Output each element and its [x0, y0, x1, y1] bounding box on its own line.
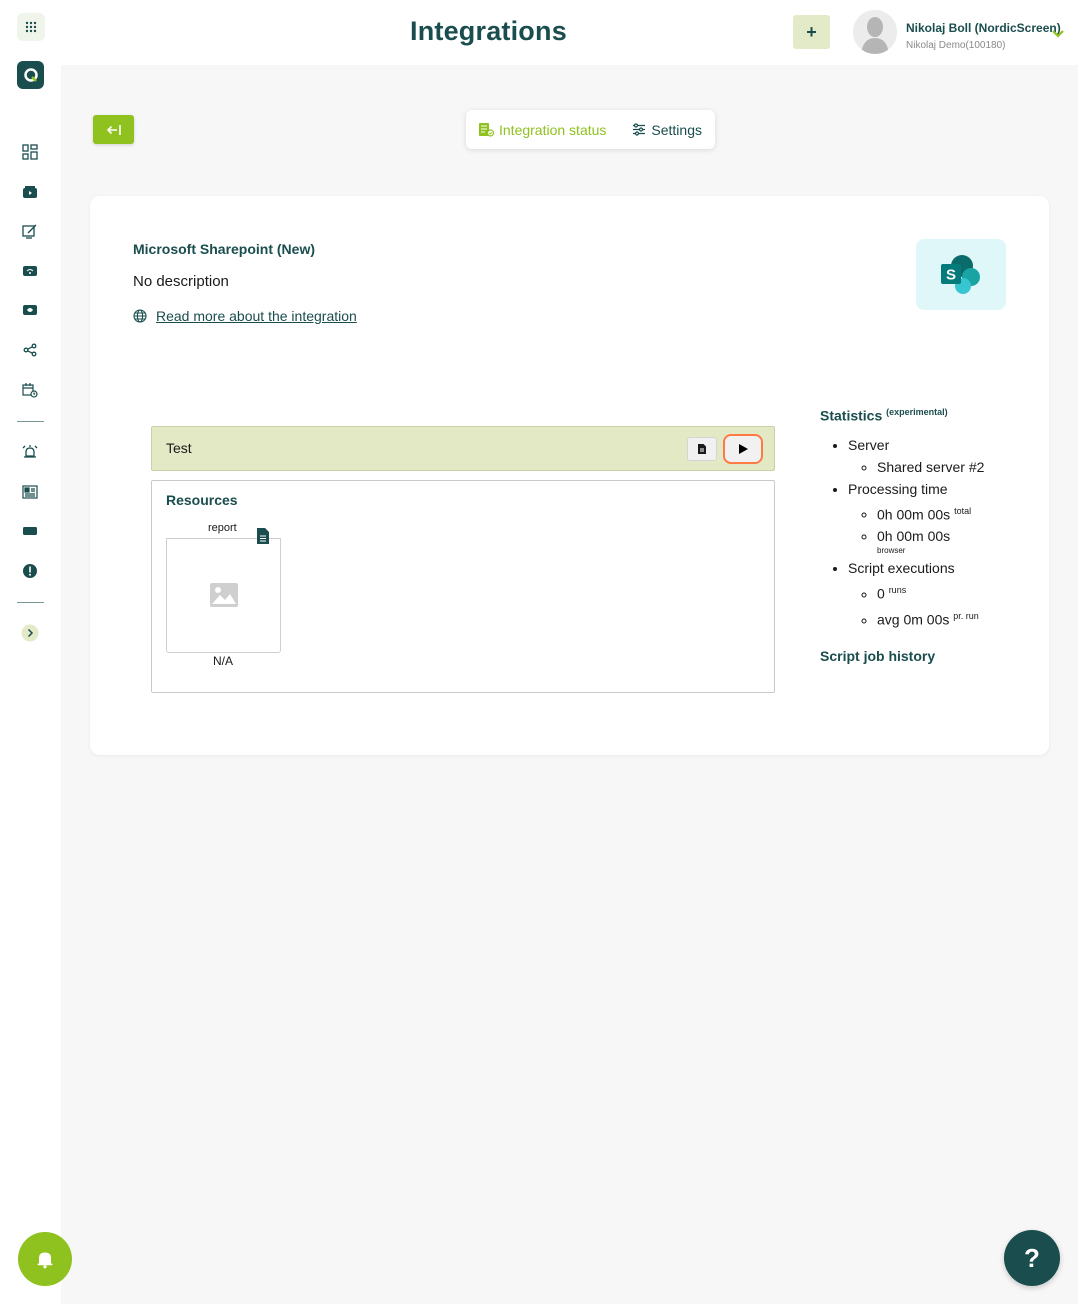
display-icon[interactable]	[18, 519, 42, 543]
tab-integration-status-label: Integration status	[499, 121, 607, 138]
sidebar-divider	[17, 421, 44, 422]
back-arrow-icon	[106, 124, 121, 135]
sidebar	[0, 0, 72, 1304]
sidebar-divider	[17, 602, 44, 603]
sharepoint-logo: S	[916, 239, 1006, 310]
bell-icon[interactable]	[18, 1232, 72, 1286]
schedule-icon[interactable]	[18, 378, 42, 402]
stat-server-value: Shared server #2	[877, 458, 1020, 477]
stat-runs: 0 runs	[877, 581, 1020, 604]
media-icon[interactable]	[18, 180, 42, 204]
edit-screen-icon[interactable]	[18, 219, 42, 243]
expand-icon[interactable]	[18, 621, 42, 645]
add-button[interactable]: +	[793, 15, 830, 49]
share-icon[interactable]	[18, 338, 42, 362]
read-more-row: Read more about the integration	[133, 308, 357, 324]
tab-settings[interactable]: Settings	[632, 122, 702, 138]
alarm-icon[interactable]	[18, 440, 42, 464]
globe-icon	[133, 309, 147, 323]
statistics-panel: Statistics (experimental) Server Shared …	[820, 407, 1020, 633]
test-bar: Test	[151, 426, 775, 471]
stat-total-time-value: 0h 00m 00s	[877, 506, 951, 523]
statistics-list: Server Shared server #2 Processing time …	[848, 436, 1020, 630]
stat-total-time: 0h 00m 00s total	[877, 502, 1020, 525]
chevron-down-icon[interactable]	[1052, 25, 1064, 43]
log-button[interactable]	[687, 437, 717, 461]
resource-value: N/A	[213, 654, 234, 668]
statistics-title: Statistics (experimental)	[820, 407, 1020, 424]
avatar[interactable]	[853, 10, 897, 54]
resource-label: report	[208, 522, 237, 534]
tab-integration-status[interactable]: Integration status	[478, 122, 606, 138]
resources-panel: Resources report N/A	[151, 480, 775, 693]
resources-title: Resources	[166, 492, 238, 508]
stat-avg-unit: pr. run	[953, 610, 979, 621]
sliders-icon	[633, 123, 646, 136]
statistics-title-text: Statistics	[820, 407, 883, 424]
read-more-link[interactable]: Read more about the integration	[156, 308, 357, 324]
play-icon	[738, 444, 748, 454]
stat-browser-time-unit: browser	[877, 546, 906, 556]
tab-settings-label: Settings	[651, 121, 702, 138]
stat-server-label: Server	[848, 436, 890, 453]
integration-card: Microsoft Sharepoint (New) No descriptio…	[90, 196, 1049, 755]
status-icon	[479, 123, 494, 137]
logo-icon[interactable]	[17, 61, 44, 89]
page-title: Integrations	[410, 16, 567, 46]
sharepoint-icon: S	[941, 254, 980, 294]
resource-thumbnail[interactable]	[166, 538, 281, 653]
dashboard-icon[interactable]	[18, 140, 42, 164]
svg-text:S: S	[946, 266, 956, 283]
stat-executions-label: Script executions	[848, 560, 955, 577]
user-name[interactable]: Nikolaj Boll (NordicScreen)	[906, 21, 1061, 35]
statistics-title-note: (experimental)	[886, 407, 948, 417]
tab-bar: Integration status Settings	[466, 110, 715, 149]
resource-document-icon[interactable]	[256, 527, 270, 550]
stat-browser-time: 0h 00m 00sbrowser	[877, 527, 1020, 556]
stat-server: Server Shared server #2	[848, 436, 1020, 477]
stat-processing-label: Processing time	[848, 480, 948, 497]
document-icon	[698, 444, 706, 454]
stat-avg-value: avg 0m 00s	[877, 611, 950, 628]
stat-runs-value: 0	[877, 585, 885, 602]
back-button[interactable]	[93, 115, 134, 144]
apps-grid-icon[interactable]	[17, 13, 45, 41]
stat-avg: avg 0m 00s pr. run	[877, 607, 1020, 630]
stat-executions: Script executions 0 runs avg 0m 00s pr. …	[848, 559, 1020, 629]
stat-runs-unit: runs	[888, 585, 907, 596]
playlist-icon[interactable]	[18, 298, 42, 322]
integration-description: No description	[133, 273, 229, 290]
wifi-screen-icon[interactable]	[18, 259, 42, 283]
integration-title: Microsoft Sharepoint (New)	[133, 241, 316, 257]
help-button[interactable]: ?	[1004, 1230, 1060, 1286]
image-placeholder-icon	[209, 583, 238, 607]
alert-icon[interactable]	[18, 559, 42, 583]
stat-total-time-unit: total	[954, 505, 972, 516]
run-button[interactable]	[723, 434, 763, 464]
stat-processing: Processing time 0h 00m 00s total 0h 00m …	[848, 480, 1020, 557]
stat-browser-time-value: 0h 00m 00s	[877, 528, 951, 545]
script-job-history-link[interactable]: Script job history	[820, 648, 935, 664]
test-label: Test	[166, 440, 192, 456]
user-org: Nikolaj Demo(100180)	[906, 40, 1006, 51]
help-icon: ?	[1024, 1242, 1040, 1273]
news-icon[interactable]	[18, 480, 42, 504]
